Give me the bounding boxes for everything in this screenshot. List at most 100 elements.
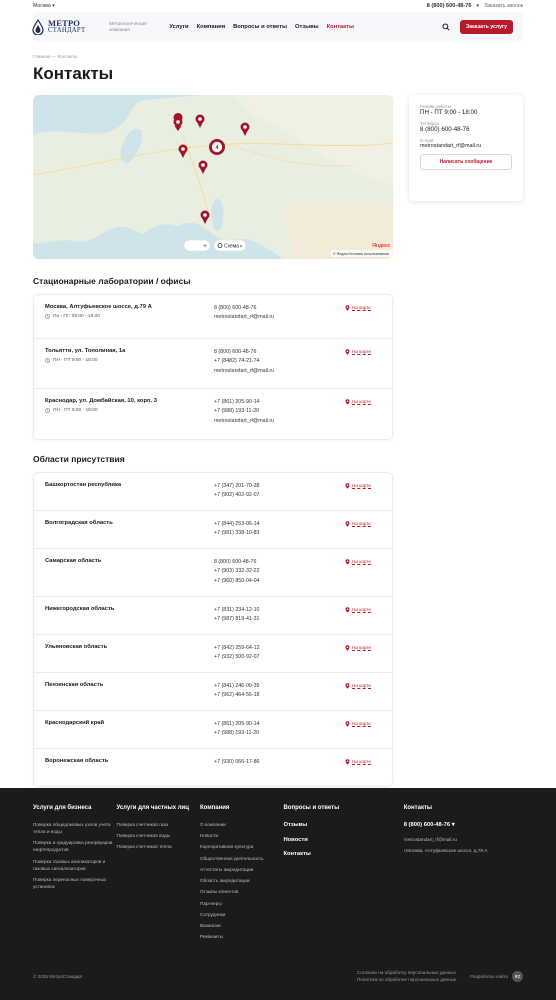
- footer-link[interactable]: Контакты: [283, 850, 403, 859]
- table-row: Воронежская область +7 (930) 066-17-86 На …: [34, 749, 392, 786]
- row-contact-line[interactable]: +7 (861) 205-90-14: [214, 720, 345, 729]
- footer-link[interactable]: Поверка общедомовых узлов учета тепла и …: [33, 821, 116, 835]
- footer-link[interactable]: Отзывы клиентов: [200, 888, 283, 895]
- top-phone[interactable]: 8 (800) 600-48-76: [427, 3, 472, 9]
- row-name: Башкортостан республика: [45, 482, 122, 488]
- row-name: Москва, Алтуфьевское шоссе, д.79 А: [45, 304, 152, 310]
- footer-link[interactable]: О компании: [200, 821, 283, 828]
- nav-contacts[interactable]: Контакты: [327, 24, 354, 30]
- footer-link[interactable]: Общественная деятельность: [200, 855, 283, 862]
- policy-link[interactable]: Политика по обработке персональных данны…: [357, 977, 456, 984]
- row-contact-line[interactable]: +7 (962) 464-56-18: [214, 691, 345, 700]
- footer-link[interactable]: Область аккредитации: [200, 877, 283, 884]
- footer-link[interactable]: Сотрудники: [200, 911, 283, 918]
- row-contact-line[interactable]: metrostandart_rf@mail.ru: [214, 313, 345, 322]
- row-contact-line[interactable]: +7 (841) 246-00-39: [214, 682, 345, 691]
- map-pin-icon: [345, 759, 350, 765]
- search-icon[interactable]: [442, 23, 450, 31]
- chevron-down-icon[interactable]: ▾: [477, 3, 480, 9]
- tagline: Метрологическая компания: [109, 20, 147, 32]
- on-map-link[interactable]: На карте: [345, 558, 371, 596]
- on-map-link[interactable]: На карте: [345, 720, 371, 748]
- row-contact-line[interactable]: 8 (800) 600-48-76: [214, 558, 345, 567]
- footer-phone[interactable]: 8 (800) 600-48-76 ▾: [404, 821, 523, 830]
- footer-link[interactable]: Поверка счетчиков тепла: [116, 843, 199, 850]
- logo[interactable]: МЕТРО СТАНДАРТ: [31, 19, 85, 35]
- email-value[interactable]: metrostandart_rf@mail.ru: [420, 143, 512, 149]
- breadcrumb: Главная — Контакты: [33, 54, 523, 59]
- callback-link[interactable]: Заказать звонок: [484, 3, 523, 9]
- on-map-link[interactable]: На карте: [345, 682, 371, 710]
- map-terms-link[interactable]: Условия использования: [349, 252, 389, 256]
- map-cluster[interactable]: 4: [209, 139, 225, 155]
- footer-link[interactable]: Поверка счетчиков воды: [116, 832, 199, 839]
- on-map-link[interactable]: На карте: [345, 398, 371, 439]
- row-contact-line[interactable]: +7 (347) 201-70-38: [214, 482, 345, 491]
- row-contact-line[interactable]: 8 (800) 600-48-76: [214, 348, 345, 357]
- breadcrumb-home[interactable]: Главная: [33, 54, 50, 59]
- map-zoom-control[interactable]: +: [183, 239, 211, 252]
- footer-link[interactable]: Реквизиты: [200, 933, 283, 940]
- row-contact-line[interactable]: +7 (987) 819-41-31: [214, 615, 345, 624]
- zoom-in-icon[interactable]: +: [203, 243, 207, 250]
- on-map-link[interactable]: На карте: [345, 348, 371, 388]
- nav-services[interactable]: Услуги: [169, 24, 188, 30]
- row-contact-line[interactable]: +7 (932) 500-92-07: [214, 653, 345, 662]
- map[interactable]: 4 + Схема ▾ Яндекс © Яндекс Условия испол…: [33, 95, 393, 259]
- on-map-link[interactable]: На карте: [345, 606, 371, 634]
- phone-value[interactable]: 8 (800) 600-48-76: [420, 126, 512, 133]
- footer-link[interactable]: Поверка переносных поверочных установок: [33, 876, 116, 890]
- footer-link[interactable]: Новости: [200, 832, 283, 839]
- order-service-button[interactable]: Заказать услугу: [459, 20, 513, 34]
- row-contact-line[interactable]: +7 (861) 205-90-14: [214, 398, 345, 407]
- row-contact-line[interactable]: 8 (800) 600-48-76: [214, 304, 345, 313]
- footer-link[interactable]: Поверка и градуировка резервуаров нефтеп…: [33, 839, 116, 853]
- developer-link[interactable]: Разработка сайта RZ: [470, 971, 523, 983]
- table-row: Башкортостан республика +7 (347) 201-70-3…: [34, 473, 392, 511]
- chevron-down-icon[interactable]: ▾: [452, 822, 455, 828]
- row-contact-line[interactable]: +7 (930) 066-17-86: [214, 758, 345, 767]
- city-selector[interactable]: Москва ▾: [33, 3, 55, 9]
- row-contact-line[interactable]: +7 (988) 193-11-20: [214, 407, 345, 416]
- row-contact-line[interactable]: +7 (8482) 74-21-74: [214, 357, 345, 366]
- nav-company[interactable]: Компания: [197, 24, 225, 30]
- row-contact-line[interactable]: +7 (844) 253-06-14: [214, 520, 345, 529]
- footer-link[interactable]: Вакансии: [200, 922, 283, 929]
- footer-company-title[interactable]: Компания: [200, 804, 283, 813]
- row-contact-line[interactable]: +7 (903) 332-32-22: [214, 567, 345, 576]
- footer-faq-title[interactable]: Вопросы и ответы: [283, 804, 403, 813]
- footer-link[interactable]: Новости: [283, 836, 403, 845]
- table-row: Краснодар, ул. Домбайская, 10, корп. 3 ПН…: [34, 389, 392, 439]
- footer-link[interactable]: Корпоративная культура: [200, 843, 283, 850]
- on-map-link[interactable]: На карте: [345, 520, 371, 548]
- row-contact-line[interactable]: +7 (988) 193-11-20: [214, 729, 345, 738]
- footer-business-title[interactable]: Услуги для бизнеса: [33, 804, 116, 813]
- footer-link[interactable]: Партнеры: [200, 900, 283, 907]
- regions-table: Башкортостан республика +7 (347) 201-70-3…: [33, 472, 393, 787]
- on-map-link[interactable]: На карте: [345, 482, 371, 510]
- map-canvas[interactable]: 4 + Схема ▾ Яндекс © Яндекс Условия испол…: [33, 95, 393, 259]
- footer-link[interactable]: Поверка счетчиков газа: [116, 821, 199, 828]
- row-contact-line[interactable]: +7 (981) 338-10-83: [214, 529, 345, 538]
- row-contact-line[interactable]: metrostandart_rf@mail.ru: [214, 367, 345, 376]
- nav-reviews[interactable]: Отзывы: [295, 24, 319, 30]
- on-map-link[interactable]: На карте: [345, 758, 371, 786]
- on-map-link[interactable]: На карте: [345, 304, 371, 338]
- on-map-link[interactable]: На карте: [345, 644, 371, 672]
- nav-faq[interactable]: Вопросы и ответы: [233, 24, 287, 30]
- write-message-button[interactable]: Написать сообщение: [420, 154, 512, 170]
- footer-private-title[interactable]: Услуги для частных лиц: [116, 804, 199, 813]
- footer-link[interactable]: Отзывы: [283, 821, 403, 830]
- row-contact-line[interactable]: +7 (960) 850-04-04: [214, 577, 345, 586]
- footer-link[interactable]: Аттестаты аккредитации: [200, 866, 283, 873]
- row-contact-line[interactable]: metrostandart_rf@mail.ru: [214, 417, 345, 426]
- contact-info-card: Режим работы ПН - ПТ 9:00 - 18:00 Телефо…: [409, 95, 523, 201]
- row-contact-line[interactable]: +7 (902) 402-92-07: [214, 491, 345, 500]
- map-layer-control[interactable]: Схема ▾: [213, 239, 247, 252]
- footer-email[interactable]: metrostandart_rf@mail.ru: [404, 836, 523, 843]
- labs-heading: Стационарные лаборатории / офисы: [33, 276, 191, 286]
- row-contact-line[interactable]: +7 (831) 234-12-10: [214, 606, 345, 615]
- footer-link[interactable]: Поверка газовых анализаторов и газовых с…: [33, 858, 116, 872]
- consent-link[interactable]: Согласие на обработку персональных данны…: [357, 970, 456, 977]
- row-contact-line[interactable]: +7 (842) 259-64-12: [214, 644, 345, 653]
